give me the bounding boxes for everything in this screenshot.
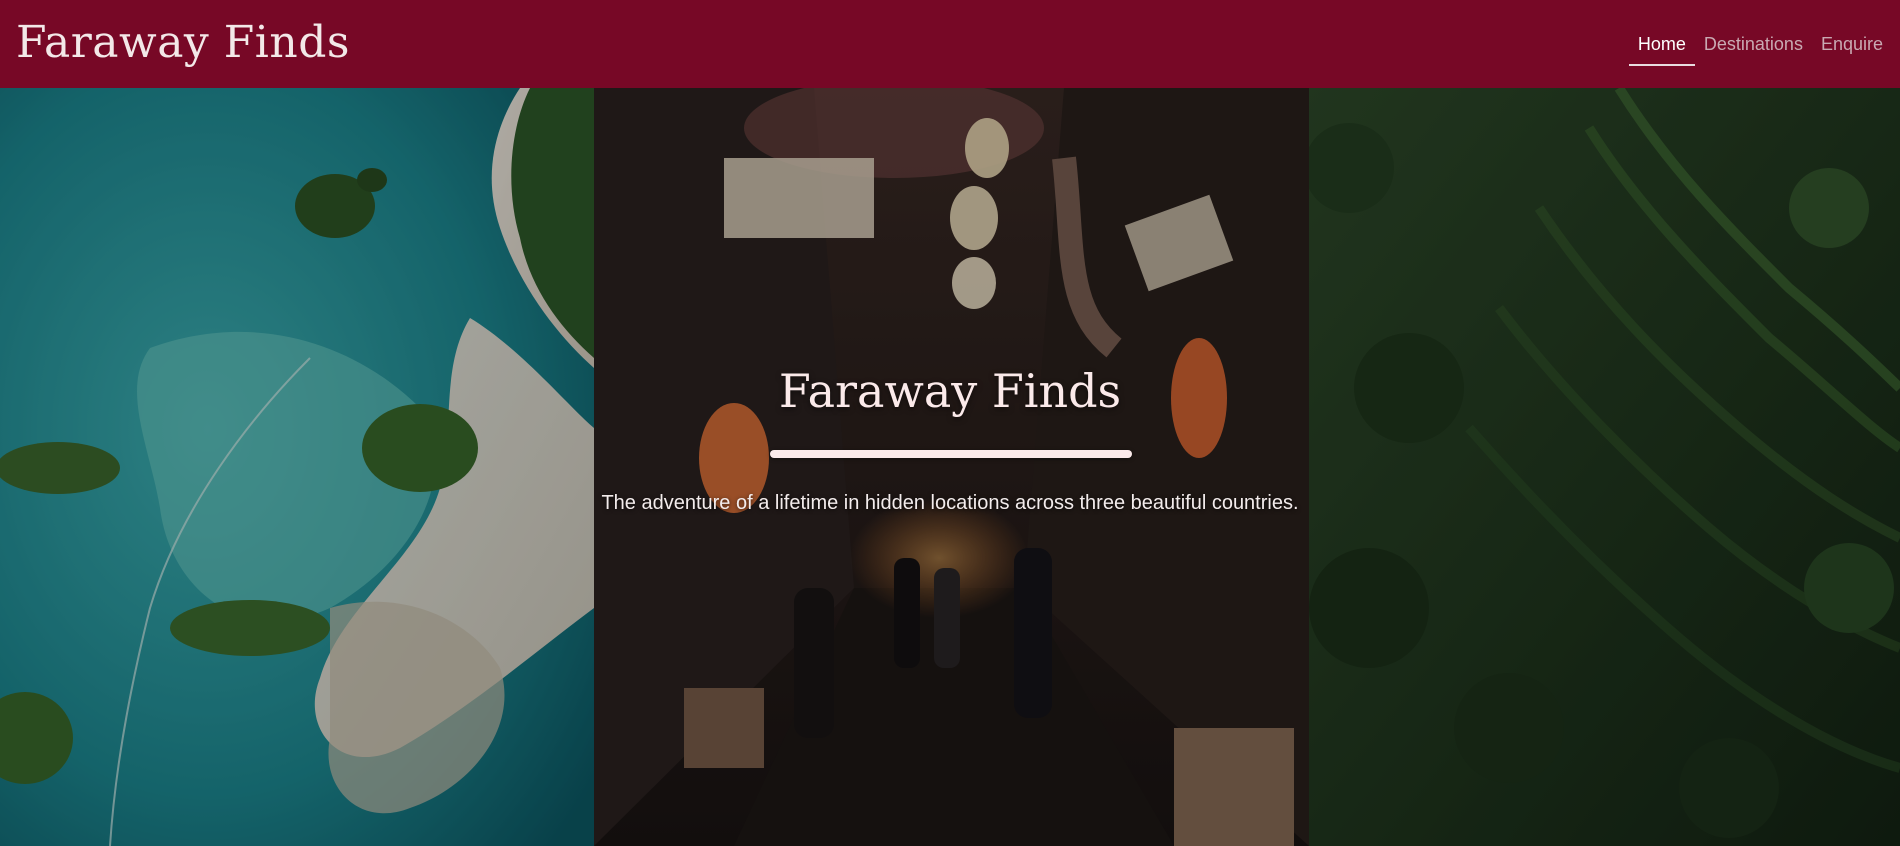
nav-destinations[interactable]: Destinations [1695,0,1812,88]
hero-banner [0,88,1900,846]
brand-logo[interactable]: Faraway Finds [16,17,350,68]
hero-image-islands [0,88,594,846]
hero-image-alley [594,88,1309,846]
main-nav: Home Destinations Enquire [1628,0,1892,88]
site-header: Faraway Finds Home Destinations Enquire [0,0,1900,88]
nav-home[interactable]: Home [1628,0,1695,88]
hero-image-terraces [1309,88,1900,846]
nav-enquire[interactable]: Enquire [1812,0,1892,88]
